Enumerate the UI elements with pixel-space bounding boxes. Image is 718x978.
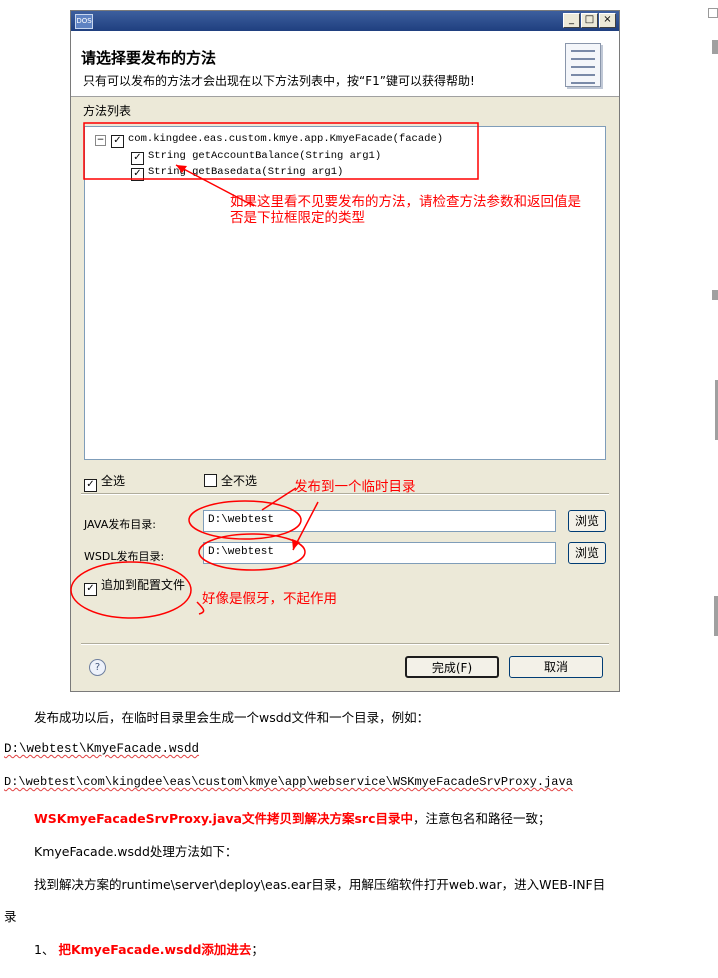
tree-method-row[interactable]: ✓ String getBasedata(String arg1) [131, 164, 343, 181]
finish-button[interactable]: 完成(F) [405, 656, 499, 678]
append-config-row[interactable]: ✓ 追加到配置文件 [84, 576, 185, 596]
doc-unzip-instruction: 找到解决方案的runtime\server\deploy\eas.ear目录，用… [34, 877, 606, 892]
help-icon[interactable]: ? [89, 659, 106, 676]
doc-path-java: D:\webtest\com\kingdee\eas\custom\kmye\a… [4, 775, 573, 789]
annotation-config: 好像是假牙，不起作用 [202, 591, 337, 607]
java-dir-label: JAVA发布目录: [84, 518, 156, 531]
append-config-checkbox[interactable]: ✓ [84, 583, 97, 596]
doc-step-1: 1、 把KmyeFacade.wsdd添加进去； [34, 942, 264, 957]
page-edge-mark [712, 40, 718, 54]
method-label: String getBasedata(String arg1) [148, 166, 344, 178]
dialog-header: 请选择要发布的方法 只有可以发布的方法才会出现在以下方法列表中，按“F1”键可以… [71, 31, 619, 97]
annotation-methods-line1: 如果这里看不见要发布的方法，请检查方法参数和返回值是 [230, 194, 581, 210]
divider [81, 643, 609, 645]
collapse-icon[interactable]: − [95, 135, 106, 146]
doc-wsdd-heading: KmyeFacade.wsdd处理方法如下： [34, 844, 238, 859]
root-checkbox[interactable]: ✓ [111, 135, 124, 148]
publish-method-dialog: DOS _ □ × 请选择要发布的方法 只有可以发布的方法才会出现在以下方法列表… [70, 10, 620, 692]
page-corner-mark [708, 8, 718, 18]
append-config-label: 追加到配置文件 [101, 578, 186, 592]
tree-root-row[interactable]: − ✓ com.kingdee.eas.custom.kmye.app.KmyeFa… [95, 131, 443, 148]
method-tree[interactable]: − ✓ com.kingdee.eas.custom.kmye.app.KmyeFa… [84, 126, 606, 460]
method-label: String getAccountBalance(String arg1) [148, 150, 382, 162]
maximize-button[interactable]: □ [581, 13, 598, 28]
annotation-tempdir: 发布到一个临时目录 [294, 479, 416, 495]
dialog-subtitle: 只有可以发布的方法才会出现在以下方法列表中，按“F1”键可以获得帮助! [83, 74, 475, 88]
method-list-label: 方法列表 [83, 104, 132, 118]
wsdl-dir-label: WSDL发布目录: [84, 550, 165, 563]
dialog-titlebar: DOS _ □ × [71, 11, 619, 31]
dialog-title: 请选择要发布的方法 [81, 49, 217, 67]
cancel-button[interactable]: 取消 [509, 656, 603, 678]
select-none-checkbox[interactable] [204, 474, 217, 487]
doc-copy-instruction-red: WSKmyeFacadeSrvProxy.java文件拷贝到解决方案src目录中 [34, 811, 413, 826]
doc-copy-instruction: WSKmyeFacadeSrvProxy.java文件拷贝到解决方案src目录中… [34, 808, 551, 827]
annotation-methods-line2: 否是下拉框限定的类型 [230, 210, 365, 226]
doc-unzip-instruction-cont: 录 [4, 909, 17, 924]
document-icon [565, 43, 601, 87]
select-all-checkbox[interactable]: ✓ [84, 479, 97, 492]
select-all-label: 全选 [101, 474, 126, 488]
tree-method-row[interactable]: ✓ String getAccountBalance(String arg1) [131, 148, 381, 165]
java-browse-button[interactable]: 浏览 [568, 510, 606, 532]
page-edge-mark [714, 596, 718, 636]
doc-paragraph: 发布成功以后，在临时目录里会生成一个wsdd文件和一个目录，例如： [34, 710, 430, 725]
minimize-button[interactable]: _ [563, 13, 580, 28]
close-button[interactable]: × [599, 13, 616, 28]
wsdl-dir-input[interactable]: D:\webtest [203, 542, 556, 564]
select-none-label: 全不选 [221, 474, 258, 488]
wsdl-browse-button[interactable]: 浏览 [568, 542, 606, 564]
doc-copy-instruction-rest: ，注意包名和路径一致； [413, 811, 551, 826]
select-all-row[interactable]: ✓ 全选 [84, 472, 125, 492]
page-edge-mark [712, 290, 718, 300]
app-icon: DOS [75, 14, 93, 29]
doc-path-wsdd: D:\webtest\KmyeFacade.wsdd [4, 742, 200, 756]
select-none-row[interactable]: 全不选 [204, 472, 257, 489]
root-label: com.kingdee.eas.custom.kmye.app.KmyeFaca… [128, 133, 444, 145]
method-checkbox[interactable]: ✓ [131, 168, 144, 181]
java-dir-input[interactable]: D:\webtest [203, 510, 556, 532]
